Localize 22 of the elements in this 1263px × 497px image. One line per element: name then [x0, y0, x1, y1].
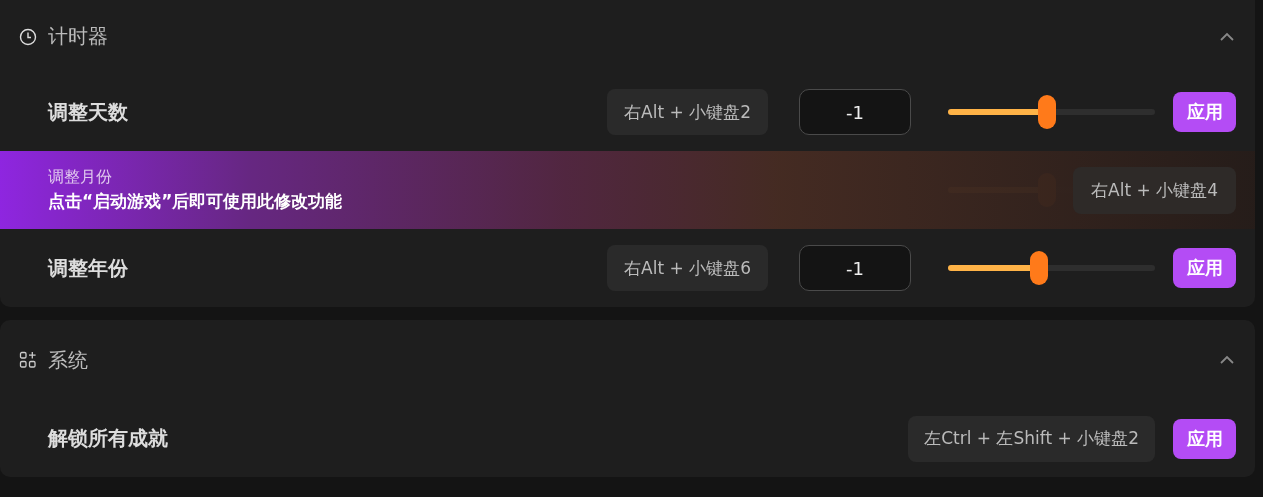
- setting-label: 调整天数: [48, 98, 129, 126]
- slider[interactable]: [948, 95, 1155, 129]
- apply-button[interactable]: 应用: [1173, 248, 1236, 288]
- apply-button[interactable]: 应用: [1173, 92, 1236, 132]
- setting-label: 调整年份: [48, 254, 129, 282]
- hotkey-chip: 左Ctrl + 左Shift + 小键盘2: [908, 415, 1155, 462]
- hotkey-chip: 右Alt + 小键盘2: [607, 89, 768, 135]
- section-title: 计时器: [48, 23, 109, 50]
- value-field[interactable]: -1: [799, 89, 911, 135]
- section-title: 系统: [48, 346, 89, 374]
- hotkey-chip: 右Alt + 小键盘6: [607, 245, 768, 291]
- clock-icon: [19, 27, 37, 46]
- setting-label: 解锁所有成就: [48, 425, 169, 452]
- setting-label: 调整月份: [48, 167, 112, 188]
- chevron-up-icon[interactable]: [1219, 355, 1235, 365]
- value-field[interactable]: -1: [799, 245, 911, 291]
- notice-text: 点击“启动游戏”后即可使用此修改功能: [48, 190, 343, 213]
- apps-add-icon: [19, 351, 37, 369]
- apply-button[interactable]: 应用: [1173, 418, 1236, 459]
- chevron-up-icon[interactable]: [1219, 31, 1235, 42]
- hotkey-chip: 右Alt + 小键盘4: [1073, 166, 1236, 214]
- slider[interactable]: [948, 251, 1155, 285]
